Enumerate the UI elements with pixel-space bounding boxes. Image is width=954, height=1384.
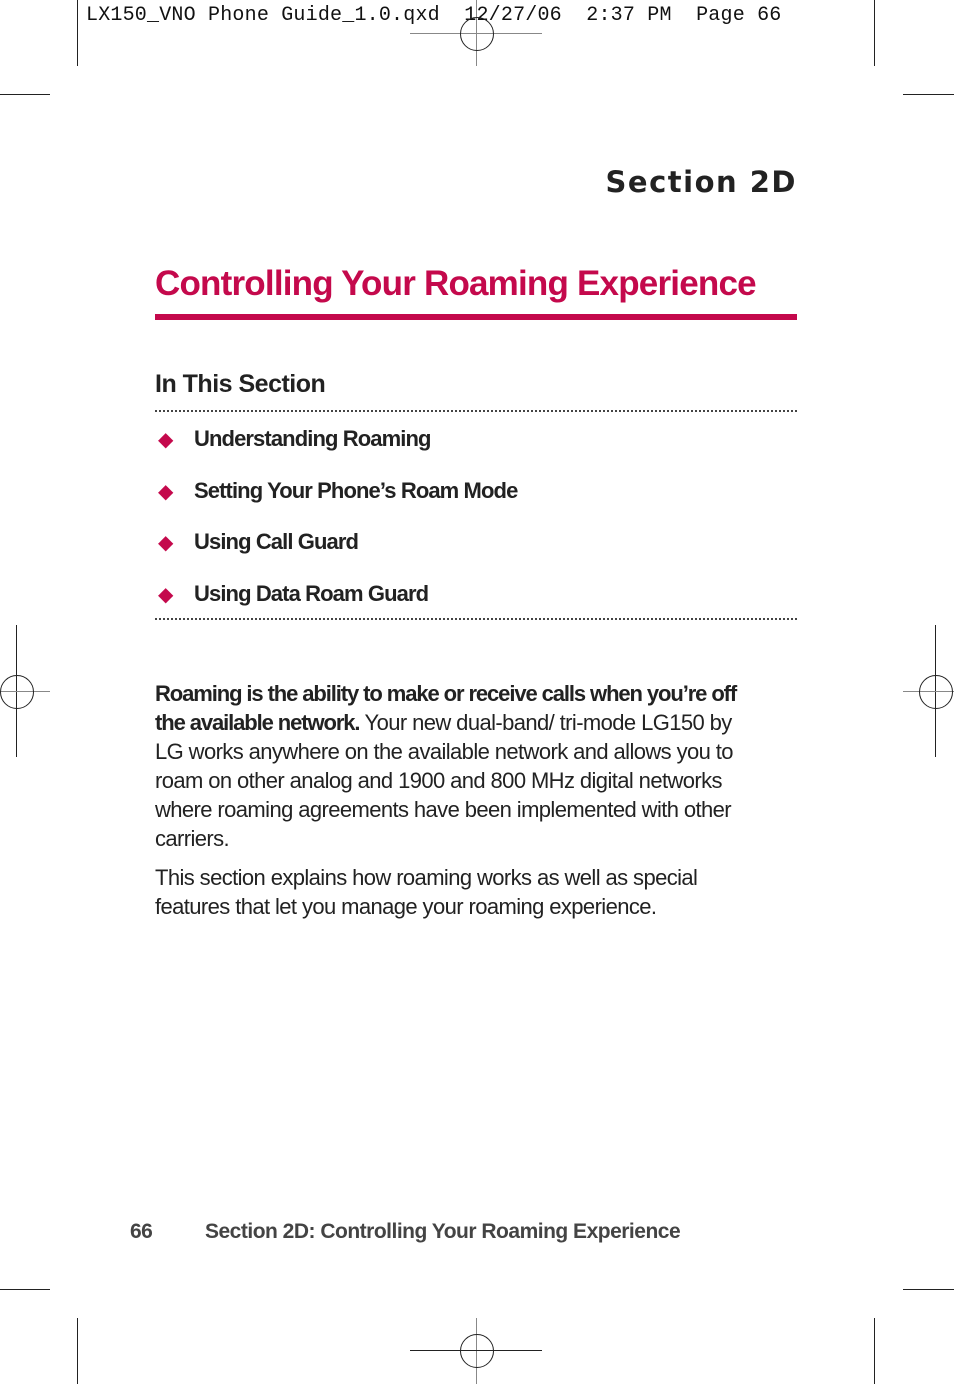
crop-mark (874, 0, 875, 66)
list-item: ◆ Using Call Guard (158, 529, 359, 555)
diamond-bullet-icon: ◆ (158, 427, 174, 451)
intro-paragraph: Roaming is the ability to make or receiv… (155, 679, 755, 853)
dotted-divider-bottom (155, 618, 797, 620)
diamond-bullet-icon: ◆ (158, 530, 174, 554)
list-item: ◆ Using Data Roam Guard (158, 581, 429, 607)
chapter-title: Controlling Your Roaming Experience (155, 264, 757, 303)
crop-mark (874, 1318, 875, 1384)
crop-mark (77, 0, 78, 66)
crop-mark (0, 94, 50, 95)
crop-mark (903, 94, 954, 95)
toc-item-roam-mode: Setting Your Phone’s Roam Mode (194, 478, 518, 503)
diamond-bullet-icon: ◆ (158, 479, 174, 503)
section-label: Section 2D (605, 165, 797, 199)
toc-item-call-guard: Using Call Guard (194, 529, 359, 554)
title-underline (155, 314, 797, 320)
running-title: Section 2D: Controlling Your Roaming Exp… (205, 1220, 681, 1243)
explanation-paragraph: This section explains how roaming works … (155, 865, 698, 919)
diamond-bullet-icon: ◆ (158, 582, 174, 606)
crop-mark (77, 1318, 78, 1384)
in-this-section-heading: In This Section (155, 370, 326, 398)
list-item: ◆ Understanding Roaming (158, 426, 431, 452)
crop-mark (903, 1289, 954, 1290)
body-text: Roaming is the ability to make or receiv… (155, 679, 755, 931)
dotted-divider-top (155, 410, 797, 412)
toc-item-data-roam-guard: Using Data Roam Guard (194, 581, 429, 606)
list-item: ◆ Setting Your Phone’s Roam Mode (158, 478, 518, 504)
page-number: 66 (130, 1220, 153, 1243)
toc-item-understanding-roaming: Understanding Roaming (194, 426, 431, 451)
print-slug-line: LX150_VNO Phone Guide_1.0.qxd 12/27/06 2… (86, 4, 782, 27)
crop-mark (0, 1289, 50, 1290)
page-footer: 66 Section 2D: Controlling Your Roaming … (130, 1220, 681, 1244)
